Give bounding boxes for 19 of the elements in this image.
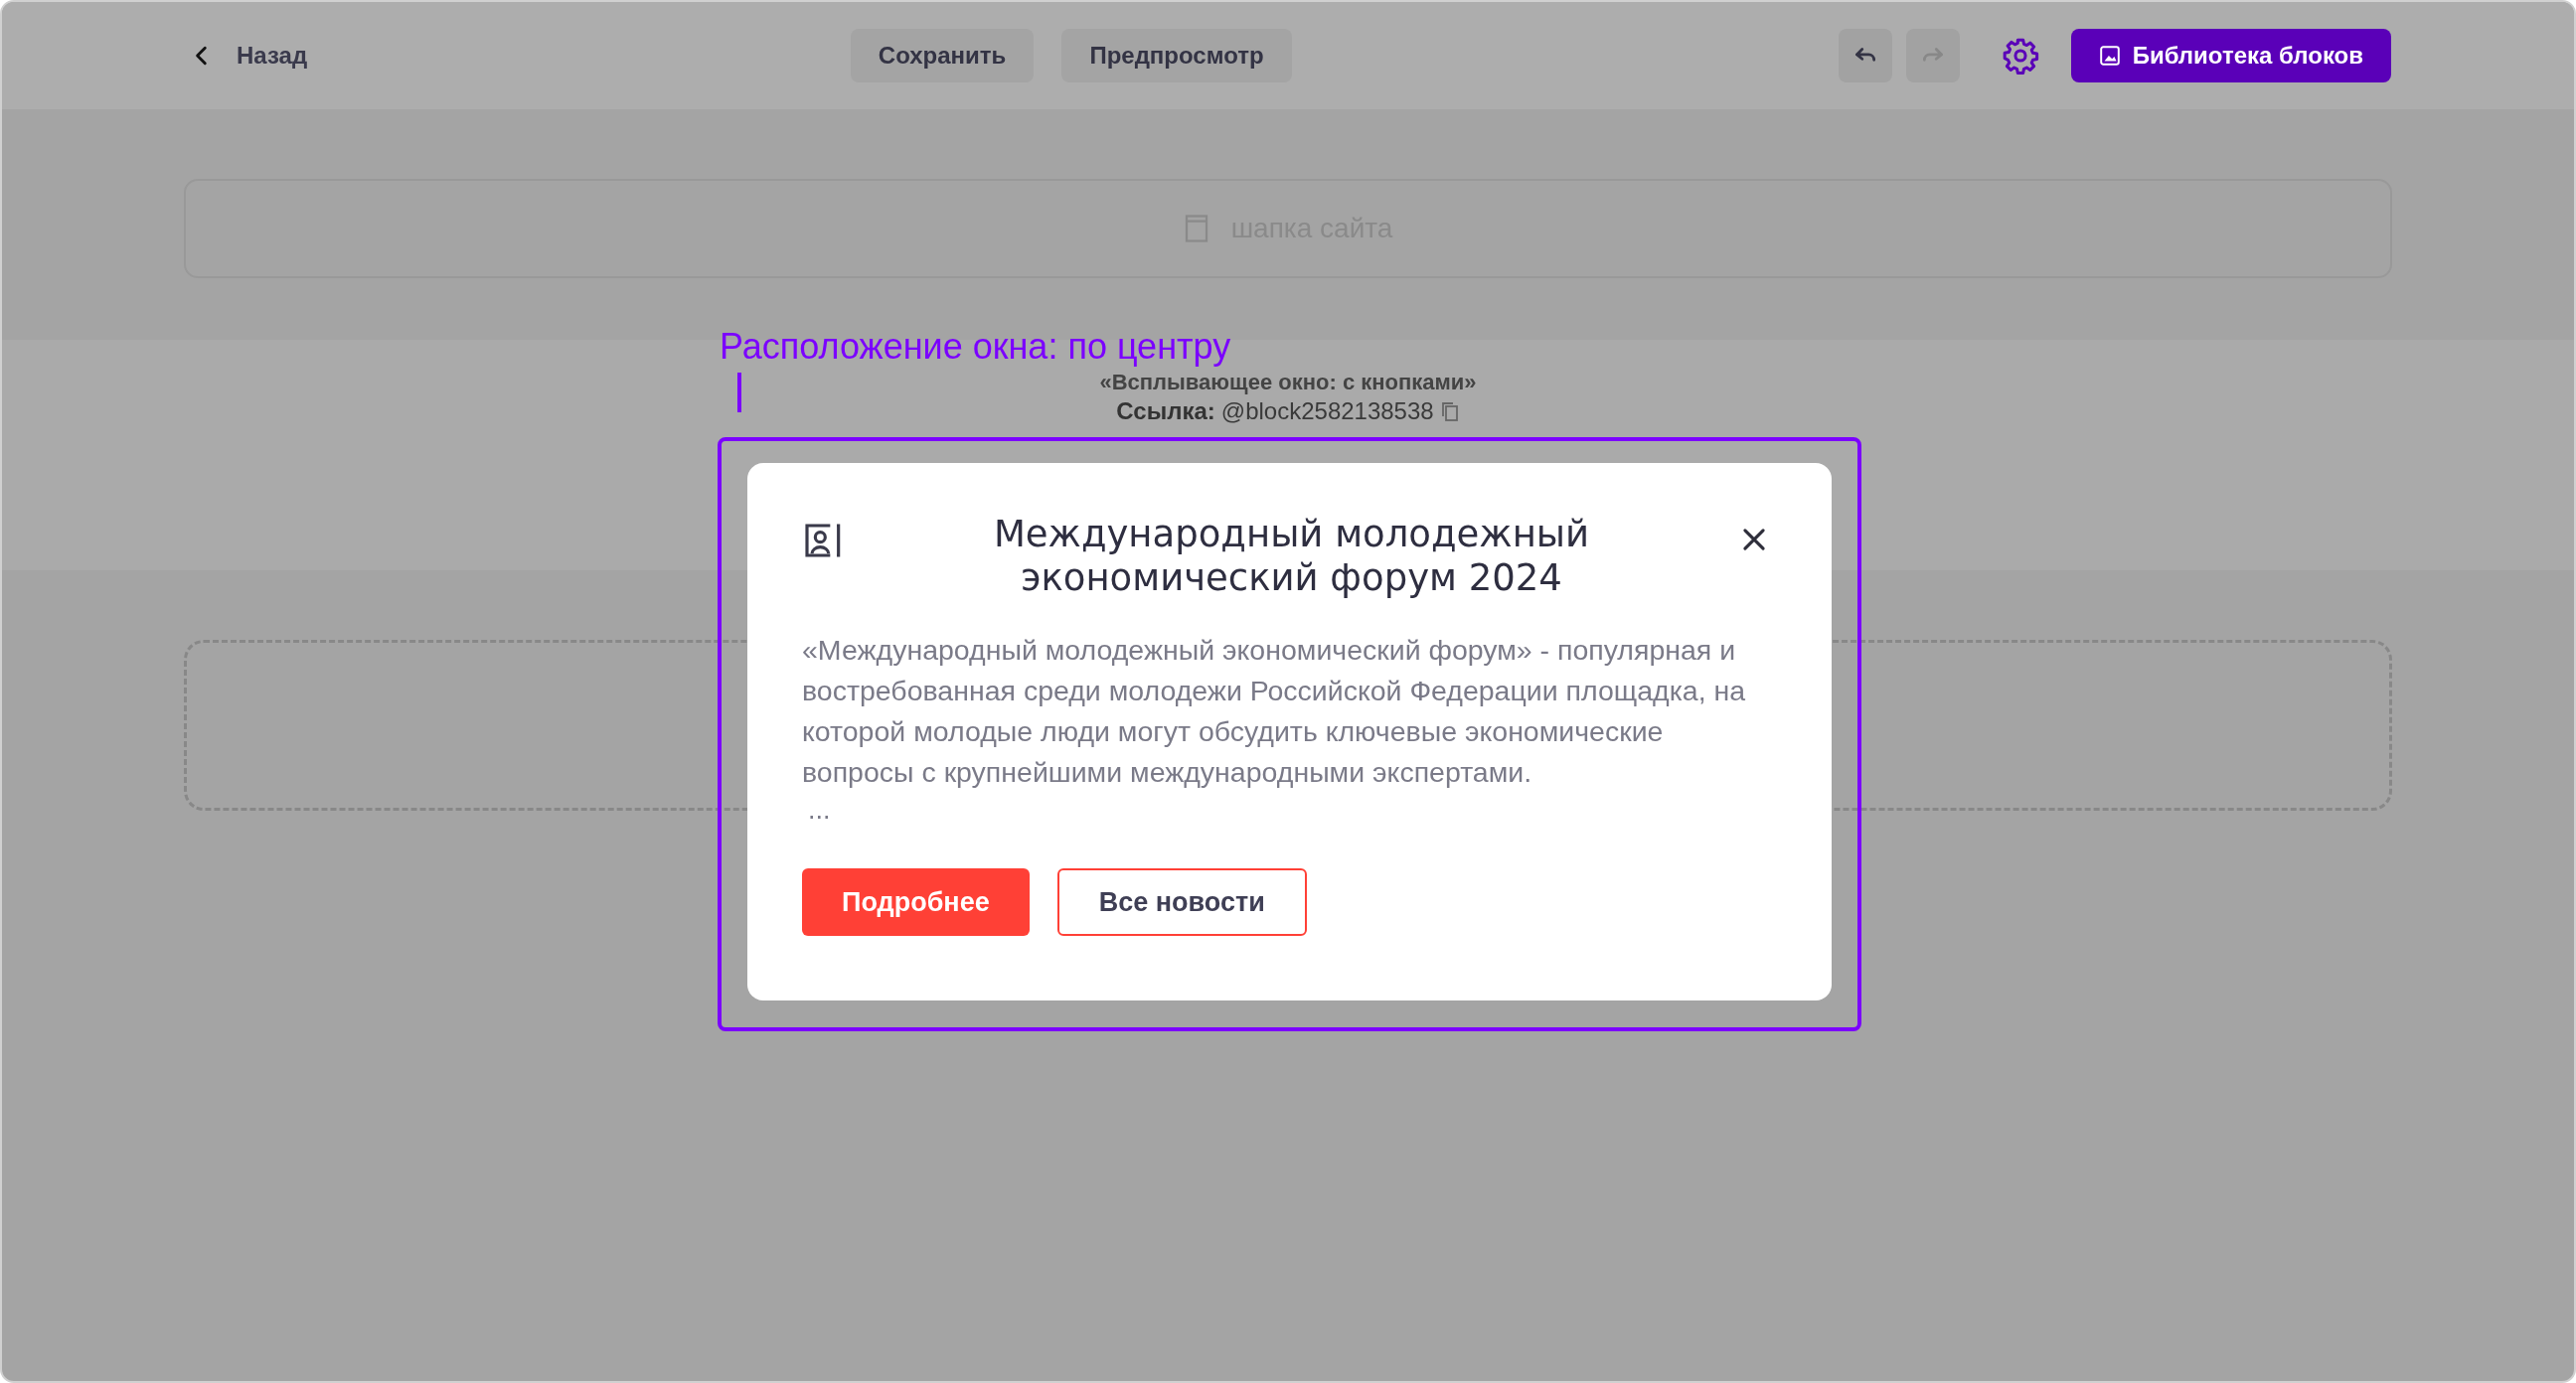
undo-button[interactable] (1838, 29, 1892, 82)
more-button[interactable]: Подробнее (802, 868, 1030, 936)
all-news-button[interactable]: Все новости (1056, 868, 1307, 936)
ellipsis-text: ... (808, 794, 832, 827)
block-library-button[interactable]: Библиотека блоков (2070, 29, 2391, 82)
image-icon (2098, 45, 2121, 67)
contact-card-icon (802, 521, 842, 560)
settings-icon[interactable] (2001, 37, 2039, 75)
popup-text: «Международный молодежный экономический форум» - популярная и востребованная среди молодежи Российской Федерации площадка, на которой молодые люди могут обсудить ключевые экономические вопросы с крупнейшими международными экспертами. (802, 633, 1747, 790)
toolbar-button[interactable]: Предпросмотр (1061, 29, 1292, 82)
link-label: Ссылка: (1116, 397, 1215, 425)
copy-icon[interactable] (1439, 400, 1460, 422)
toolbar-button[interactable]: Сохранить (850, 29, 1035, 82)
back-button[interactable]: Назад (191, 42, 308, 70)
block-name: «Всплывающее окно: с кнопками» (1099, 370, 1477, 395)
page-icon (1183, 214, 1209, 243)
popup-title: Международный молодежный экономический форум 2024 (992, 513, 1591, 600)
position-label: Расположение окна: по центру (720, 326, 1231, 368)
close-icon[interactable] (1741, 527, 1767, 552)
